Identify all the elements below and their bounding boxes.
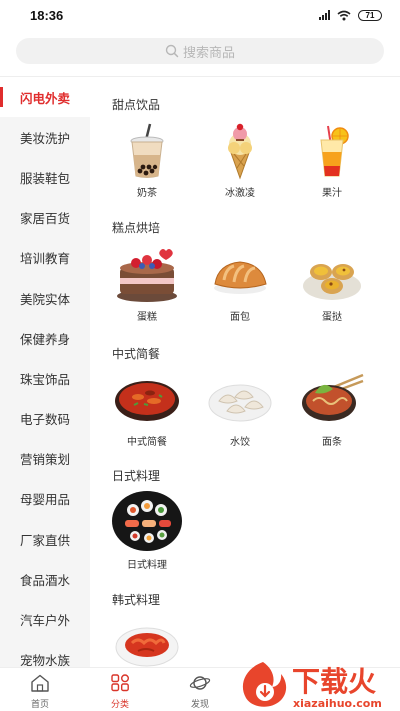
section-title-desserts: 甜点饮品 [112,98,161,112]
product-bread[interactable]: 面包 [195,246,285,323]
sidebar-item-food-drink[interactable]: 食品酒水 [0,559,90,599]
home-icon [31,674,49,692]
sidebar-item-clothing[interactable]: 服装鞋包 [0,157,90,197]
category-grid-icon [111,674,129,692]
planet-icon [189,676,211,690]
product-juice[interactable]: 果汁 [287,122,377,199]
product-label: 面包 [230,312,250,323]
sidebar-item-health[interactable]: 保健养身 [0,318,90,358]
wifi-icon [337,10,351,20]
bread-icon [214,261,267,294]
watermark-url: xiazaihuo.com [293,697,382,710]
product-ice-cream[interactable]: 冰激凌 [195,122,285,199]
tab-category[interactable]: 分类 [90,674,150,710]
sidebar-item-electronics[interactable]: 电子数码 [0,399,90,439]
dumplings-icon [208,384,272,422]
ice-cream-icon [228,123,252,180]
status-time: 18:36 [30,7,64,23]
product-label: 奶茶 [137,188,157,199]
xiazaihuo-watermark-logo: 下载火 xiazaihuo.com [242,662,382,710]
product-dumplings[interactable]: 水饺 [195,371,285,448]
sushi-platter-icon [112,491,182,551]
category-content: 甜点饮品 奶茶 冰激凌 果汁 糕点烘培 蛋糕 面包 蛋挞 中式简餐 中式简餐 水… [90,77,400,667]
sidebar-item-education[interactable]: 培训教育 [0,238,90,278]
category-sidebar: 闪电外卖 美妆洗护 服装鞋包 家居百货 培训教育 美院实体 保健养身 珠宝饰品 … [0,77,90,667]
product-cake[interactable]: 蛋糕 [102,246,192,323]
watermark-brand: 下载火 [292,665,376,698]
sidebar-item-auto-outdoor[interactable]: 汽车户外 [0,599,90,639]
search-placeholder: 搜索商品 [182,44,235,60]
sidebar-item-jewelry[interactable]: 珠宝饰品 [0,358,90,398]
battery-icon: 71 [358,9,382,21]
tab-discover[interactable]: 发现 [170,674,230,710]
cake-icon [117,249,177,302]
section-title-korean: 韩式料理 [112,593,161,607]
product-egg-tart[interactable]: 蛋挞 [287,246,377,323]
section-title-bakery: 糕点烘培 [112,221,161,235]
sidebar-item-beauty[interactable]: 美妆洗护 [0,117,90,157]
product-label: 面条 [322,437,342,448]
tab-label: 发现 [190,699,209,709]
product-chinese-meal[interactable]: 中式简餐 [102,371,192,448]
section-title-japanese: 日式料理 [112,469,161,483]
tab-label: 首页 [30,699,49,709]
sidebar-item-baby[interactable]: 母婴用品 [0,479,90,519]
sidebar-item-marketing[interactable]: 营销策划 [0,439,90,479]
product-label: 果汁 [322,188,342,199]
product-korean-food[interactable] [102,617,192,667]
status-icons: 71 [319,9,382,21]
sidebar-item-flash-delivery[interactable]: 闪电外卖 [0,77,90,118]
product-label: 中式简餐 [127,437,167,448]
juice-icon [320,125,349,177]
tab-label: 分类 [110,699,129,709]
sidebar-item-home[interactable]: 家居百货 [0,198,90,238]
section-title-chinese: 中式简餐 [112,347,161,361]
korean-dish-icon [115,627,179,667]
status-bar: 18:36 71 [0,0,400,30]
product-label: 蛋糕 [137,312,157,323]
product-label: 日式料理 [127,560,167,571]
tab-home[interactable]: 首页 [10,674,70,710]
product-label: 蛋挞 [322,312,342,323]
product-label: 水饺 [230,437,250,448]
product-noodles[interactable]: 面条 [287,371,377,448]
sidebar-item-pets[interactable]: 宠物水族 [0,640,90,667]
sidebar-item-factory[interactable]: 厂家直供 [0,519,90,559]
egg-tart-icon [303,264,361,300]
product-milk-tea[interactable]: 奶茶 [102,122,192,199]
sidebar-item-salon[interactable]: 美院实体 [0,278,90,318]
search-input[interactable]: 搜索商品 [16,38,384,64]
product-label: 冰激凌 [225,188,255,199]
signal-icon [319,10,330,20]
chinese-meal-icon [115,381,179,421]
noodles-icon [302,373,364,421]
search-icon [165,44,179,58]
milk-tea-icon [130,123,164,178]
product-japanese-food[interactable]: 日式料理 [102,490,192,571]
